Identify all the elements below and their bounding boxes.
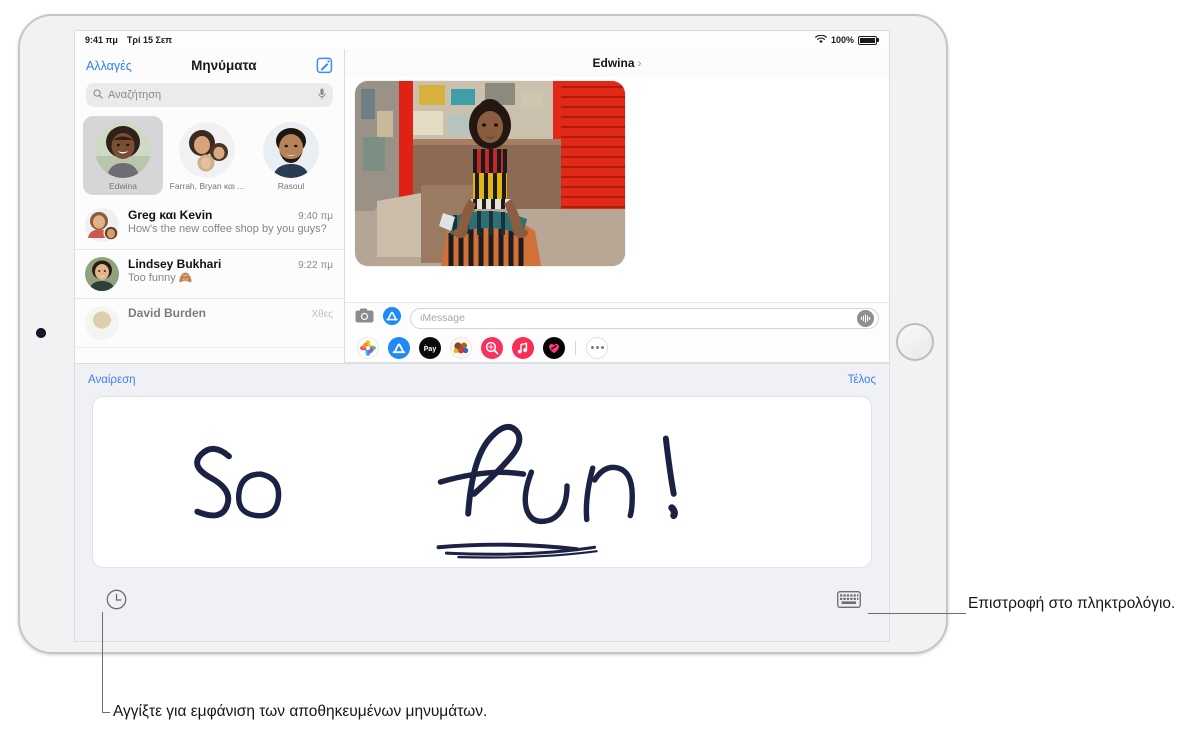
conversation-preview: Too funny 🙈 xyxy=(128,272,193,284)
status-bar: 9:41 πμ Τρί 15 Σεπ 100% xyxy=(75,31,889,49)
app-drawer: Pay xyxy=(345,333,889,363)
handwriting-panel: Αναίρεση Τέλος xyxy=(75,363,889,641)
avatar-group xyxy=(85,208,119,242)
battery-percent: 100% xyxy=(830,35,854,45)
conversation-name: Lindsey Bukhari xyxy=(128,257,222,271)
edit-button[interactable]: Αλλαγές xyxy=(86,59,132,73)
imessage-input[interactable]: iMessage xyxy=(410,307,879,329)
status-date: Τρί 15 Σεπ xyxy=(126,35,173,45)
app-store-icon[interactable] xyxy=(388,336,410,359)
ipad-screen: 9:41 πμ Τρί 15 Σεπ 100% Αλλαγές Μηνύματα… xyxy=(74,30,890,642)
divider xyxy=(575,340,576,355)
audio-waveform-icon[interactable] xyxy=(857,309,874,327)
wifi-icon xyxy=(815,34,827,46)
saved-messages-callout-label: Αγγίξτε για εμφάνιση των αποθηκευμένων μ… xyxy=(113,703,488,720)
conversation-pane: Edwina › iMessage Pay xyxy=(345,49,889,363)
conversation-time: Χθες xyxy=(311,309,333,320)
conversation-time: 9:40 πμ xyxy=(298,211,333,222)
more-apps-button[interactable] xyxy=(586,336,608,359)
music-app-icon[interactable] xyxy=(512,336,534,359)
photos-app-icon[interactable] xyxy=(357,336,379,359)
conversation-preview: How's the new coffee shop by you guys? xyxy=(128,223,327,235)
handwriting-canvas[interactable] xyxy=(92,396,872,568)
search-input[interactable]: Αναζήτηση xyxy=(86,83,333,107)
microphone-icon[interactable] xyxy=(318,88,326,103)
pinned-item-edwina[interactable]: Edwina xyxy=(83,116,163,195)
conversation-name: David Burden xyxy=(128,306,207,320)
conversation-list: Greg και Kevin 9:40 πμ How's the new cof… xyxy=(75,201,344,348)
photo-message[interactable] xyxy=(355,81,625,266)
keyboard-icon[interactable] xyxy=(837,591,861,608)
pinned-item-rasoul[interactable]: Rasoul xyxy=(251,116,331,195)
list-item[interactable]: Lindsey Bukhari 9:22 πμ Too funny 🙈 xyxy=(75,250,344,299)
avatar-group xyxy=(179,122,235,178)
search-placeholder: Αναζήτηση xyxy=(108,89,162,101)
saved-messages-callout-leader-h xyxy=(102,712,110,713)
list-item[interactable]: Greg και Kevin 9:40 πμ How's the new cof… xyxy=(75,201,344,250)
apple-pay-icon[interactable]: Pay xyxy=(419,336,441,359)
page-title: Μηνύματα xyxy=(191,58,257,73)
imessage-placeholder: iMessage xyxy=(420,312,465,324)
avatar xyxy=(85,306,119,340)
chevron-right-icon: › xyxy=(637,56,642,70)
messages-app: Αλλαγές Μηνύματα Αναζήτηση Edwina Farrah… xyxy=(75,49,889,363)
app-store-icon[interactable] xyxy=(382,306,402,331)
ipad-device-frame: 9:41 πμ Τρί 15 Σεπ 100% Αλλαγές Μηνύματα… xyxy=(18,14,948,654)
conversation-title: Edwina xyxy=(592,56,635,70)
pinned-item-group[interactable]: Farrah, Bryan και ... xyxy=(167,116,247,195)
keyboard-callout-leader xyxy=(868,613,966,614)
image-search-icon[interactable] xyxy=(481,336,503,359)
handwriting-footer xyxy=(75,579,889,641)
avatar xyxy=(263,122,319,178)
conversation-time: 9:22 πμ xyxy=(298,260,333,271)
clock-icon[interactable] xyxy=(106,589,127,610)
avatar xyxy=(95,122,151,178)
conversations-sidebar: Αλλαγές Μηνύματα Αναζήτηση Edwina Farrah… xyxy=(75,49,345,363)
message-input-bar: iMessage xyxy=(345,302,889,333)
compose-icon[interactable] xyxy=(316,57,333,74)
status-time: 9:41 πμ xyxy=(85,35,118,45)
digital-touch-icon[interactable] xyxy=(543,336,565,359)
sidebar-header: Αλλαγές Μηνύματα xyxy=(75,49,344,78)
conversation-header[interactable]: Edwina › xyxy=(345,49,889,77)
camera-icon[interactable] xyxy=(355,308,374,328)
keyboard-callout-label: Επιστροφή στο πληκτρολόγιο. xyxy=(968,595,1176,612)
home-button[interactable] xyxy=(896,323,934,361)
conversation-name: Greg και Kevin xyxy=(128,208,213,222)
avatar xyxy=(85,257,119,291)
undo-button[interactable]: Αναίρεση xyxy=(88,374,136,386)
pinned-label: Farrah, Bryan και ... xyxy=(169,181,245,191)
pinned-conversations: Edwina Farrah, Bryan και ... Rasoul xyxy=(75,114,344,201)
list-item[interactable]: David Burden Χθες xyxy=(75,299,344,348)
images-app-icon[interactable] xyxy=(450,336,472,359)
done-button[interactable]: Τέλος xyxy=(848,374,876,386)
pinned-label: Rasoul xyxy=(277,181,305,191)
svg-text:Pay: Pay xyxy=(424,346,437,353)
search-icon xyxy=(93,88,103,102)
handwriting-toolbar: Αναίρεση Τέλος xyxy=(75,364,889,396)
battery-icon xyxy=(858,35,879,45)
pinned-label: Edwina xyxy=(109,181,137,191)
front-camera xyxy=(36,328,46,338)
message-thread xyxy=(345,77,889,302)
saved-messages-callout-leader-v xyxy=(102,612,103,712)
